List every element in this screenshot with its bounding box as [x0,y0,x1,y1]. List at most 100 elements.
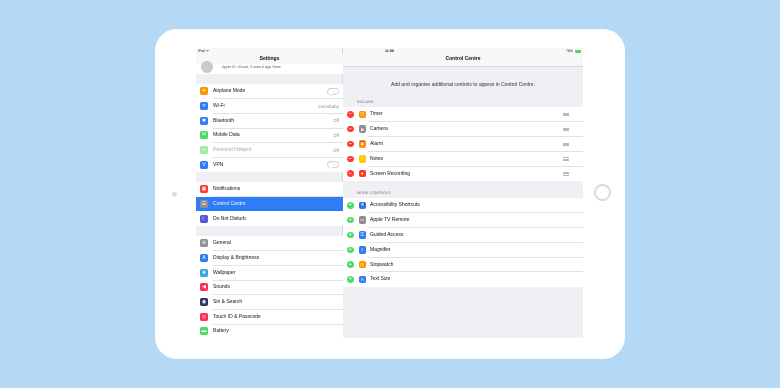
vpn-toggle[interactable] [327,161,339,169]
sidebar-item-label: Wallpaper [213,269,236,276]
avatar [201,61,213,73]
sidebar-item-label: VPN [213,161,224,168]
include-list: – ◷ Timer – ◙ Camera – ⏰ Alarm – ≡ Notes – ● Screen Re… [343,107,583,181]
brightness-icon: A [200,254,208,263]
remote-icon: ▭ [358,216,366,224]
apple-id-row[interactable]: Apple ID, iCloud, iTunes & App Store [196,61,343,74]
sidebar-item-wi-fi[interactable]: ᯤ Wi-Fi icecebaby [196,99,343,114]
control-row-magnifier: + ⌕ Magnifier [343,242,583,258]
sidebar-item-label: Battery [213,328,229,335]
remove-control-button[interactable]: – [347,155,354,163]
airplane-icon: ✈ [200,87,208,96]
control-label: Camera [370,126,388,133]
sidebar-item-value: Off [332,147,339,153]
sidebar-item-touch-id-passcode[interactable]: ◎ Touch ID & Passcode [196,309,343,325]
sidebar-item-label: Wi-Fi [213,103,225,110]
sidebar-item-general[interactable]: ⚙ General [196,236,343,251]
battery-icon: ▬ [200,327,208,336]
control-row-camera: – ◙ Camera [343,122,583,137]
add-control-button[interactable]: + [347,276,354,283]
control-centre-title: Control Centre [343,54,583,67]
sidebar-item-display-brightness[interactable]: A Display & Brightness [196,251,343,266]
record-icon: ● [358,169,366,178]
text-size-icon: A [358,275,366,284]
camera-dot [172,192,177,197]
sidebar-item-vpn[interactable]: V VPN [196,157,343,172]
sidebar-item-wallpaper[interactable]: ❋ Wallpaper [196,265,343,281]
control-label: Timer [370,111,383,118]
reorder-handle[interactable] [563,142,569,146]
reorder-handle[interactable] [563,157,569,161]
control-centre-pane: Control Centre Add and organise addition… [343,48,583,338]
sidebar-item-label: Sounds [213,284,230,291]
fingerprint-icon: ◎ [200,312,208,321]
antenna-icon: Ψ [200,131,208,140]
sidebar-item-value: Off [332,132,339,138]
sidebar-item-value: Off [332,118,339,124]
sidebar-item-control-centre[interactable]: ☰ Control Centre [196,196,343,212]
control-centre-description: Add and organise additional controls to … [391,82,535,88]
control-row-stopwatch: + ◴ Stopwatch [343,257,583,272]
control-label: Alarm [370,140,384,147]
remove-control-button[interactable]: – [347,170,354,177]
lock-icon: ⚿ [358,231,366,239]
reorder-handle[interactable] [563,172,569,175]
toggle-knob [328,88,334,95]
sidebar-item-label: Notifications [213,186,241,193]
sidebar-item-sounds[interactable]: ◀ Sounds [196,280,343,295]
remove-control-button[interactable]: – [347,140,354,148]
sidebar-item-label: Bluetooth [213,117,235,124]
sidebar-item-notifications[interactable]: ▣ Notifications [196,182,343,197]
control-row-alarm: – ⏰ Alarm [343,137,583,152]
sidebar-item-label: Siri & Search [213,299,243,306]
speaker-icon: ◀ [200,283,208,292]
wallpaper-icon: ❋ [200,268,208,277]
add-control-button[interactable]: + [347,246,354,254]
more-controls-section-title: MORE CONTROLS [357,191,391,195]
reorder-handle[interactable] [563,127,569,131]
sidebar-item-bluetooth[interactable]: ✱ Bluetooth Off [196,113,343,129]
sidebar-item-label: Display & Brightness [213,255,260,262]
control-row-notes: – ≡ Notes [343,151,583,167]
home-button[interactable] [594,184,611,201]
sidebar-item-label: Mobile Data [213,132,240,139]
control-label: Screen Recording [370,170,411,177]
control-row-guided-access: + ⚿ Guided Access [343,228,583,243]
sidebar-item-do-not-disturb[interactable]: ☾ Do Not Disturb [196,211,343,226]
add-control-button[interactable]: + [347,202,354,209]
airplane-mode-toggle[interactable] [327,87,339,95]
control-row-accessibility-shortcuts: + ♿ Accessibility Shortcuts [343,198,583,213]
settings-group-connectivity: ✈ Airplane Mode ᯤ Wi-Fi icecebaby ✱ Bluetooth O… [196,84,343,173]
control-label: Notes [370,155,384,162]
bluetooth-icon: ✱ [200,116,208,125]
sidebar-item-battery[interactable]: ▬ Battery [196,324,343,338]
siri-icon: ◉ [200,298,208,307]
reorder-handle[interactable] [563,113,569,116]
sidebar-item-mobile-data[interactable]: Ψ Mobile Data Off [196,128,343,143]
add-control-button[interactable]: + [347,261,354,268]
control-label: Stopwatch [370,261,394,268]
ipad-frame: iPad ᯤ 11:58 78% Settings Apple ID, iClo… [155,29,625,359]
timer-icon: ◷ [358,110,366,119]
more-controls-list: + ♿ Accessibility Shortcuts + ▭ Apple TV Remo… [343,198,583,287]
sidebar-item-personal-hotspot[interactable]: ∞ Personal Hotspot Off [196,143,343,158]
sidebar-item-label: Airplane Mode [213,88,246,95]
remove-control-button[interactable]: – [347,125,354,133]
control-row-text-size: + A Text Size [343,272,583,287]
sidebar-item-siri-search[interactable]: ◉ Siri & Search [196,295,343,310]
control-row-timer: – ◷ Timer [343,107,583,122]
notes-icon: ≡ [358,155,366,163]
remove-control-button[interactable]: – [347,111,354,118]
include-section-title: INCLUDE [357,100,374,104]
magnifier-icon: ⌕ [358,246,366,254]
settings-sidebar: Settings Apple ID, iCloud, iTunes & App … [196,48,343,338]
ipad-screen: iPad ᯤ 11:58 78% Settings Apple ID, iClo… [196,48,583,338]
sidebar-item-label: Control Centre [213,201,246,208]
control-label: Text Size [370,276,391,283]
gear-icon: ⚙ [200,239,208,248]
add-control-button[interactable]: + [347,216,354,224]
accessibility-icon: ♿ [358,201,366,210]
sidebar-item-label: Touch ID & Passcode [213,313,261,320]
add-control-button[interactable]: + [347,231,354,239]
sidebar-item-airplane-mode[interactable]: ✈ Airplane Mode [196,84,343,99]
